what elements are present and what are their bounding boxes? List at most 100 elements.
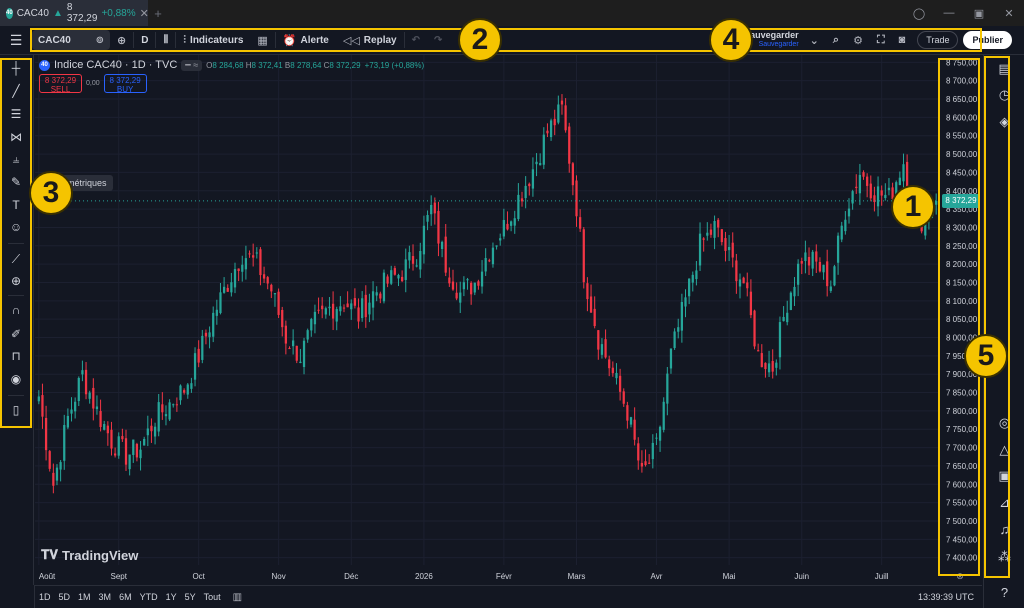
candle-body bbox=[364, 294, 367, 318]
timeframe-ytd[interactable]: YTD bbox=[136, 592, 162, 602]
stream-icon[interactable]: ⊿ bbox=[984, 495, 1024, 511]
symbol-search[interactable]: CAC40 ⊚ bbox=[32, 30, 110, 50]
brush-icon[interactable]: ✎ bbox=[0, 175, 32, 189]
emoji-icon[interactable]: ☺ bbox=[0, 220, 32, 234]
fib-retracement-icon[interactable]: ☰ bbox=[0, 107, 32, 121]
lock-icon[interactable]: ⊓ bbox=[0, 349, 32, 363]
window-close-icon[interactable]: ✕ bbox=[994, 7, 1024, 20]
redo-button[interactable]: ↷ bbox=[427, 26, 449, 55]
help-icon[interactable]: ? bbox=[984, 585, 1024, 600]
browser-tab[interactable]: 40 CAC40 ▲ 8 372,29 +0,88% ✕ bbox=[0, 0, 149, 26]
calendar-icon[interactable]: ▣ bbox=[984, 468, 1024, 484]
axis-settings-icon[interactable]: ⊗ bbox=[956, 571, 964, 581]
screenshot-camera-icon[interactable]: ◙ bbox=[892, 26, 913, 55]
candle-body bbox=[542, 134, 545, 165]
legend-title[interactable]: Indice CAC40 · 1D · TVC bbox=[54, 59, 177, 71]
redo-icon: ↷ bbox=[433, 34, 443, 46]
y-tick-label: 8 300,00 bbox=[946, 223, 978, 232]
ideas-icon[interactable]: △ bbox=[984, 442, 1024, 458]
notifications-bell-icon[interactable]: ♫ bbox=[984, 522, 1024, 537]
candle-body bbox=[52, 472, 55, 486]
candle-body bbox=[844, 219, 847, 232]
forecast-icon[interactable]: ⫨ bbox=[0, 152, 32, 167]
tradingview-mark-icon: 𝐓𝐕 bbox=[41, 547, 58, 562]
alerts-clock-icon[interactable]: ◷ bbox=[984, 87, 1024, 103]
menu-icon[interactable]: ☰ bbox=[0, 32, 32, 49]
sell-button[interactable]: 8 372,29 SELL bbox=[39, 74, 82, 94]
watchlist-icon[interactable]: ▤ bbox=[984, 61, 1024, 77]
candle-body bbox=[255, 252, 258, 254]
candle-body bbox=[691, 274, 694, 283]
utc-clock[interactable]: 13:39:39 UTC bbox=[918, 592, 974, 602]
tradingview-logo: 𝐓𝐕 TradingView bbox=[41, 547, 138, 563]
candle-body bbox=[342, 307, 346, 309]
goto-date-calendar-icon[interactable]: ▥ bbox=[233, 592, 242, 603]
candle-body bbox=[204, 332, 208, 337]
candle-body bbox=[451, 281, 455, 290]
undo-button[interactable]: ↶ bbox=[405, 26, 427, 55]
candle-body bbox=[426, 215, 429, 222]
candle-body bbox=[139, 449, 142, 459]
target-icon[interactable]: ◎ bbox=[984, 415, 1024, 431]
timeframe-3m[interactable]: 3M bbox=[95, 592, 116, 602]
publish-button[interactable]: Publier bbox=[963, 31, 1012, 49]
indicators-button[interactable]: ⫶ Indicateurs bbox=[176, 26, 250, 55]
candle-body bbox=[350, 303, 353, 310]
title-bar: 40 CAC40 ▲ 8 372,29 +0,88% ✕ + ◯ — ▣ ✕ bbox=[0, 0, 1024, 26]
candle-body bbox=[767, 363, 771, 373]
timeframe-5y[interactable]: 5Y bbox=[181, 592, 200, 602]
text-icon[interactable]: T bbox=[0, 198, 32, 212]
compare-button[interactable]: ⊕ bbox=[110, 26, 133, 55]
alert-button[interactable]: ⏰ Alerte bbox=[276, 26, 336, 55]
interval-button[interactable]: D bbox=[134, 26, 155, 55]
quick-search-icon[interactable]: ⌕ bbox=[826, 26, 846, 55]
candle-body bbox=[546, 130, 549, 134]
candle-body bbox=[753, 310, 756, 347]
save-dropdown-icon[interactable]: ⌄ bbox=[803, 26, 826, 55]
maximize-icon[interactable]: ▣ bbox=[964, 7, 994, 20]
candle-body bbox=[113, 453, 117, 456]
settings-gear-icon[interactable]: ⚙ bbox=[846, 26, 870, 55]
candle-body bbox=[717, 219, 720, 228]
pattern-icon[interactable]: ⋈ bbox=[0, 130, 32, 144]
timeframe-all[interactable]: Tout bbox=[200, 592, 225, 602]
fullscreen-icon[interactable]: ⛶ bbox=[870, 26, 892, 55]
timeframe-1d[interactable]: 1D bbox=[35, 592, 55, 602]
templates-button[interactable]: ▦ bbox=[250, 26, 274, 55]
timeframe-1m[interactable]: 1M bbox=[74, 592, 95, 602]
replay-button[interactable]: ◁◁ Replay bbox=[336, 26, 404, 55]
minimize-icon[interactable]: — bbox=[934, 7, 964, 19]
candle-body bbox=[379, 293, 382, 299]
user-icon[interactable]: ◯ bbox=[904, 7, 934, 20]
candle-body bbox=[695, 270, 698, 280]
trend-line-icon[interactable]: ╱ bbox=[0, 84, 32, 98]
timeframe-5d[interactable]: 5D bbox=[55, 592, 75, 602]
legend-toggle-icon[interactable]: ━ ≈ bbox=[181, 59, 203, 71]
timeframe-1y[interactable]: 1Y bbox=[162, 592, 181, 602]
trash-icon[interactable]: ▯ bbox=[0, 403, 32, 417]
y-tick-label: 8 550,00 bbox=[946, 132, 978, 141]
chart-type-button[interactable]: ⦀ bbox=[156, 26, 175, 55]
candle-body bbox=[117, 436, 120, 456]
magnet-icon[interactable]: ∩ bbox=[0, 303, 32, 317]
zoom-in-icon[interactable]: ⊕ bbox=[0, 274, 32, 288]
ruler-icon[interactable]: ⟋ bbox=[0, 252, 32, 267]
new-tab-icon[interactable]: + bbox=[148, 6, 168, 21]
layers-icon[interactable]: ◈ bbox=[984, 114, 1024, 130]
crosshair-icon[interactable]: ┼ bbox=[0, 61, 32, 75]
candle-body bbox=[760, 353, 763, 368]
candlestick-chart[interactable]: 8 750,00 8 700,00 8 650,00 8 600,00 8 550,00… bbox=[35, 55, 982, 585]
lock-pencil-icon[interactable]: ✐ bbox=[0, 327, 32, 341]
buy-button[interactable]: 8 372,29 BUY bbox=[103, 74, 147, 94]
chart-area[interactable]: 8 750,00 8 700,00 8 650,00 8 600,00 8 550,00… bbox=[35, 55, 982, 585]
y-tick-label: 7 750,00 bbox=[946, 425, 978, 434]
apps-grid-icon[interactable]: ⁂ bbox=[984, 549, 1024, 565]
candle-body bbox=[488, 260, 491, 262]
timeframe-6m[interactable]: 6M bbox=[115, 592, 136, 602]
eye-icon[interactable]: ◉ bbox=[0, 372, 32, 386]
candle-body bbox=[459, 292, 462, 303]
y-tick-label: 7 850,00 bbox=[946, 389, 978, 398]
candle-body bbox=[252, 255, 255, 258]
candle-body bbox=[66, 415, 70, 428]
trade-button[interactable]: Trade bbox=[917, 31, 959, 49]
